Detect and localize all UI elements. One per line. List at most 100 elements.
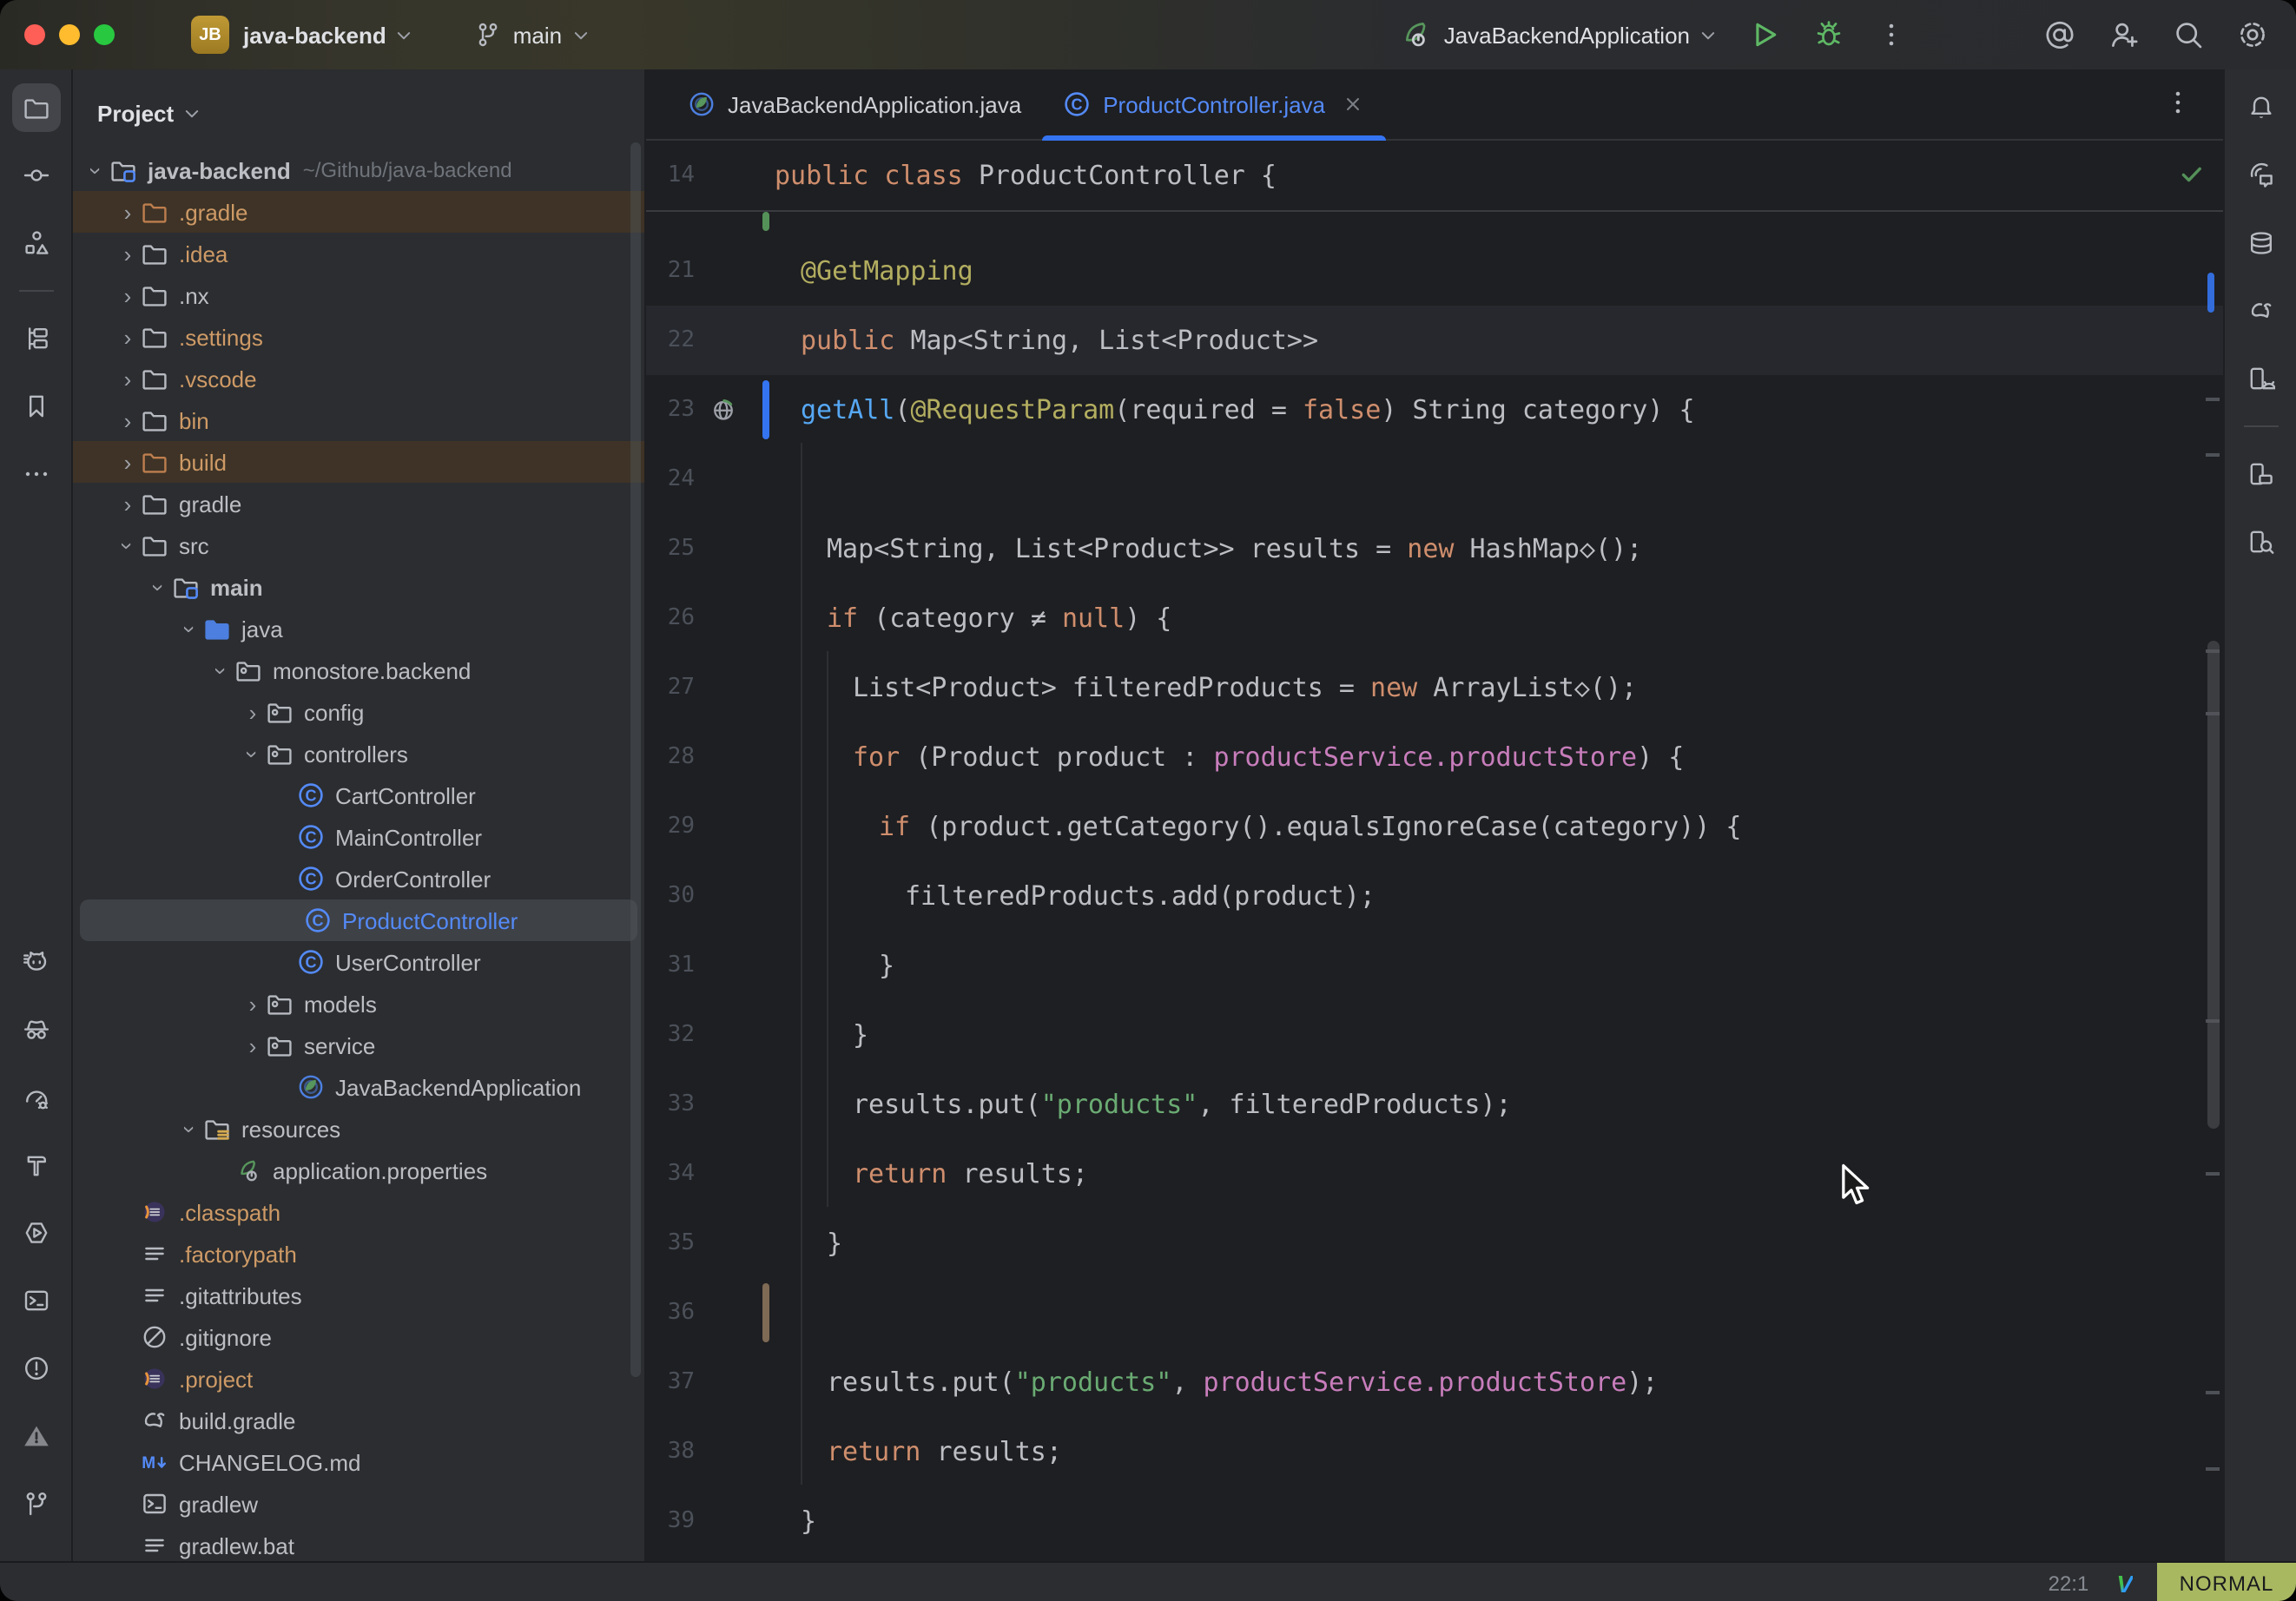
ideavim-icon[interactable]: V (2116, 1569, 2133, 1597)
bookmarks-tool-button[interactable] (11, 382, 60, 431)
services-tool-button[interactable] (11, 1209, 60, 1257)
vim-mode-badge[interactable]: NORMAL (2157, 1563, 2296, 1601)
tree-item-maincontroller[interactable]: CMainController (73, 816, 644, 858)
chevron-collapsed-icon[interactable]: › (115, 491, 141, 517)
more-tools-tool-button[interactable] (11, 450, 60, 498)
code-line-28[interactable]: 28for (Product product : productService.… (646, 722, 2223, 792)
code-editor[interactable]: 14public class ProductController { 21@Get… (646, 141, 2223, 1561)
chevron-collapsed-icon[interactable]: › (115, 199, 141, 225)
code-line-33[interactable]: 33results.put("products", filteredProduc… (646, 1070, 2223, 1139)
tree-scrollbar[interactable] (630, 142, 641, 1377)
tree-item-bin[interactable]: ›bin (73, 399, 644, 441)
database-tool-button[interactable] (2236, 219, 2285, 267)
tree-item-controllers[interactable]: ›controllers (73, 733, 644, 774)
tree-item-build[interactable]: ›build (73, 441, 644, 483)
tree-item-models[interactable]: ›models (73, 983, 644, 1025)
tree-item--nx[interactable]: ›.nx (73, 274, 644, 316)
tree-item-src[interactable]: ›src (73, 524, 644, 566)
git-branch-tool-tool-button[interactable] (11, 1479, 60, 1528)
editor-scrollbar[interactable] (2207, 641, 2220, 1129)
tree-item-java[interactable]: ›java (73, 608, 644, 649)
chevron-collapsed-icon[interactable]: › (115, 240, 141, 267)
tree-item-main[interactable]: ›main (73, 566, 644, 608)
minimize-window-button[interactable] (59, 24, 80, 45)
vcs-widget[interactable]: main (475, 21, 591, 49)
tree-item-productcontroller[interactable]: CProductController (80, 899, 637, 941)
chevron-collapsed-icon[interactable]: › (115, 449, 141, 475)
tree-item-changelog-md[interactable]: MCHANGELOG.md (73, 1441, 644, 1483)
tree-item--factorypath[interactable]: .factorypath (73, 1233, 644, 1275)
tree-item-build-gradle[interactable]: build.gradle (73, 1400, 644, 1441)
chevron-expanded-icon[interactable]: › (83, 157, 109, 183)
tree-item--settings[interactable]: ›.settings (73, 316, 644, 358)
tree-item--gitattributes[interactable]: .gitattributes (73, 1275, 644, 1316)
ai-mention-button[interactable] (2041, 16, 2079, 54)
code-line-29[interactable]: 29if (product.getCategory().equalsIgnore… (646, 792, 2223, 861)
gradle-tool-button[interactable] (2236, 287, 2285, 335)
caret-position[interactable]: 22:1 (2049, 1571, 2089, 1595)
editor-tab-javabackendapplication-java[interactable]: JavaBackendApplication.java (667, 69, 1042, 139)
chevron-collapsed-icon[interactable]: › (240, 699, 266, 725)
tree-item-gradlew[interactable]: gradlew (73, 1483, 644, 1525)
problems-tool-button[interactable] (11, 1344, 60, 1393)
more-run-actions-button[interactable] (1874, 17, 1909, 52)
warnings-tool-button[interactable] (11, 1412, 60, 1460)
sticky-code-line[interactable]: 14public class ProductController { (646, 141, 2223, 212)
inspections-ok-checkmark-icon[interactable] (2178, 160, 2206, 188)
code-with-me-button[interactable] (2105, 16, 2143, 54)
chevron-collapsed-icon[interactable]: › (240, 991, 266, 1017)
incognito-tool-button[interactable] (11, 1005, 60, 1054)
tab-options-button[interactable] (2154, 86, 2202, 122)
code-line-31[interactable]: 31} (646, 931, 2223, 1000)
tree-item-gradlew-bat[interactable]: gradlew.bat (73, 1525, 644, 1561)
tree-item-service[interactable]: ›service (73, 1025, 644, 1066)
code-line-27[interactable]: 27List<Product> filteredProducts = new A… (646, 653, 2223, 722)
code-line-35[interactable]: 35} (646, 1209, 2223, 1278)
device-manager-tool-button[interactable] (2236, 354, 2285, 403)
run-configuration-selector[interactable]: JavaBackendApplication (1401, 19, 1719, 50)
code-line-21[interactable]: 21@GetMapping (646, 236, 2223, 306)
tree-item-usercontroller[interactable]: CUserController (73, 941, 644, 983)
code-line-39[interactable]: 39} (646, 1486, 2223, 1556)
tree-item--classpath[interactable]: .classpath (73, 1191, 644, 1233)
chevron-expanded-icon[interactable]: › (208, 657, 234, 683)
code-line-32[interactable]: 32} (646, 1000, 2223, 1070)
search-everywhere-button[interactable] (2169, 16, 2207, 54)
tree-item-config[interactable]: ›config (73, 691, 644, 733)
profiler-tool-button[interactable] (11, 1073, 60, 1122)
tree-item-javabackendapplication[interactable]: JavaBackendApplication (73, 1066, 644, 1108)
code-line-22[interactable]: 22public Map<String, List<Product>> (646, 306, 2223, 375)
chevron-collapsed-icon[interactable]: › (115, 324, 141, 350)
tree-item-java-backend[interactable]: ›java-backend~/Github/java-backend (73, 149, 644, 191)
code-line-23[interactable]: 23getAll(@RequestParam(required = false)… (646, 375, 2223, 445)
tree-item-cartcontroller[interactable]: CCartController (73, 774, 644, 816)
chevron-collapsed-icon[interactable]: › (240, 1032, 266, 1058)
code-line-34[interactable]: 34return results; (646, 1139, 2223, 1209)
tree-item--gitignore[interactable]: .gitignore (73, 1316, 644, 1358)
code-line-37[interactable]: 37results.put("products", productService… (646, 1347, 2223, 1417)
code-line-26[interactable]: 26if (category ≠ null) { (646, 583, 2223, 653)
code-line-38[interactable]: 38return results; (646, 1417, 2223, 1486)
debug-button[interactable] (1810, 16, 1848, 54)
hierarchy-tool-button[interactable] (11, 314, 60, 363)
tree-item--idea[interactable]: ›.idea (73, 233, 644, 274)
notifications-bell-tool-button[interactable] (2236, 83, 2285, 132)
terminal-tool-button[interactable] (11, 1276, 60, 1325)
chevron-down-icon[interactable] (181, 102, 203, 124)
close-window-button[interactable] (24, 24, 45, 45)
project-widget[interactable]: java-backend (243, 22, 416, 48)
chevron-collapsed-icon[interactable]: › (115, 282, 141, 308)
chevron-expanded-icon[interactable]: › (115, 532, 141, 558)
run-button[interactable] (1745, 16, 1784, 54)
tree-item--vscode[interactable]: ›.vscode (73, 358, 644, 399)
chevron-expanded-icon[interactable]: › (177, 616, 203, 642)
commit-tool-button[interactable] (11, 151, 60, 200)
code-line-25[interactable]: 25Map<String, List<Product>> results = n… (646, 514, 2223, 583)
running-devices-tool-button[interactable] (2236, 450, 2285, 498)
chevron-collapsed-icon[interactable]: › (115, 366, 141, 392)
close-tab-icon[interactable] (1341, 92, 1365, 116)
structure-tool-button[interactable] (11, 219, 60, 267)
chevron-expanded-icon[interactable]: › (177, 1116, 203, 1142)
chevron-expanded-icon[interactable]: › (146, 574, 172, 600)
zoom-window-button[interactable] (94, 24, 115, 45)
